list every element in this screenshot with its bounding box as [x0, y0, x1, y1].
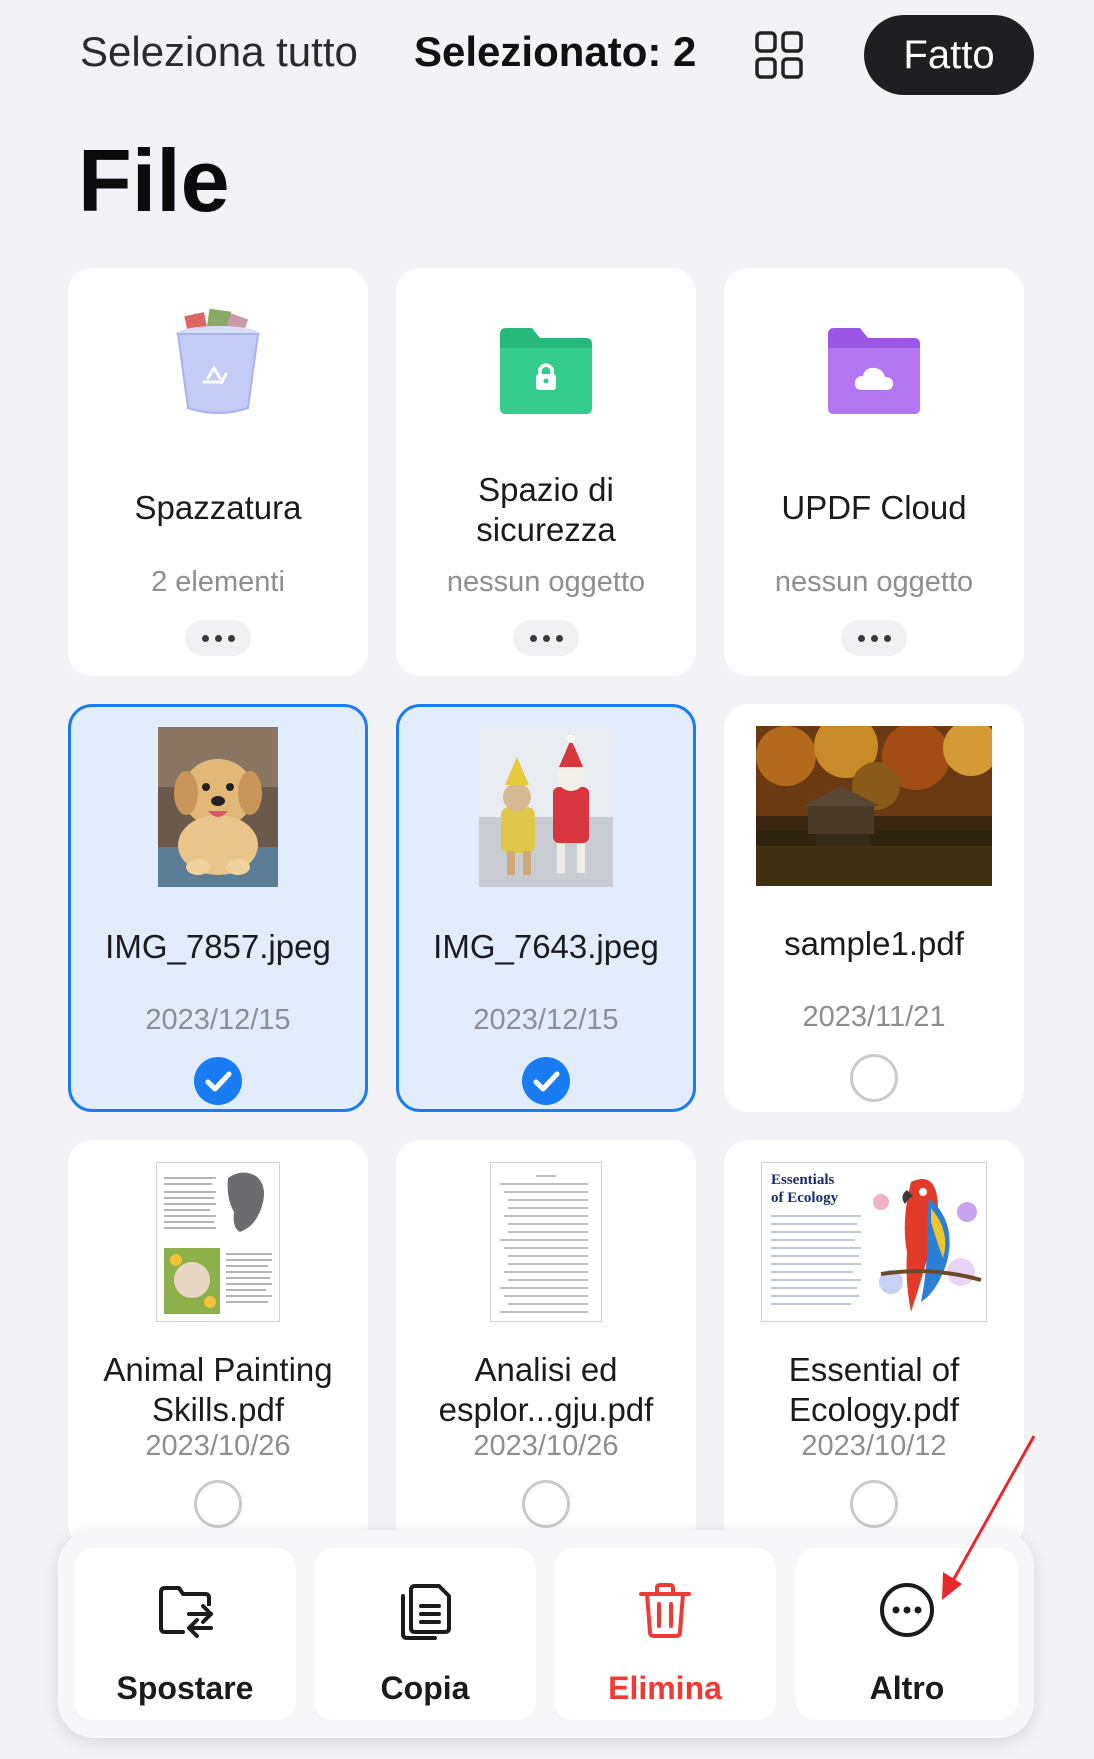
unselected-check-icon[interactable] [850, 1054, 898, 1102]
unselected-check-icon[interactable] [850, 1480, 898, 1528]
move-folder-icon [159, 1586, 213, 1638]
file-name: Essential of Ecology.pdf [788, 1351, 960, 1428]
file-date: 2023/10/12 [801, 1430, 947, 1462]
folder-item-count: 2 elementi [151, 566, 285, 598]
puppy-photo-thumbnail [158, 727, 278, 887]
selected-check-icon[interactable] [522, 1057, 570, 1105]
file-date: 2023/10/26 [473, 1430, 619, 1462]
file-card-animal-painting[interactable]: Animal Painting Skills.pdf 2023/10/26 [68, 1140, 368, 1548]
select-all-link[interactable]: Seleziona tutto [80, 28, 358, 76]
file-card-ecology[interactable]: Essentials of Ecology Essential of Ecolo… [724, 1140, 1024, 1548]
pdf-page-thumbnail [490, 1162, 602, 1322]
file-name: IMG_7857.jpeg [105, 928, 331, 965]
done-button[interactable]: Fatto [864, 15, 1034, 95]
file-date: 2023/11/21 [802, 1001, 946, 1033]
ecology-cover-thumbnail: Essentials of Ecology [761, 1162, 987, 1322]
file-card-sample1[interactable]: sample1.pdf 2023/11/21 [724, 704, 1024, 1112]
unselected-check-icon[interactable] [194, 1480, 242, 1528]
cloud-folder-icon [828, 328, 920, 414]
file-name: Animal Painting Skills.pdf [103, 1351, 333, 1428]
selected-check-icon[interactable] [194, 1057, 242, 1105]
file-name: sample1.pdf [784, 925, 964, 962]
file-name: Analisi ed esplor...gju.pdf [438, 1351, 654, 1428]
folder-item-count: nessun oggetto [446, 566, 646, 598]
more-options-button[interactable] [841, 620, 907, 656]
folder-name: Spazzatura [134, 489, 302, 526]
folder-name: Spazio di sicurezza [476, 471, 616, 548]
folder-card-cloud[interactable]: UPDF Cloud nessun oggetto [724, 268, 1024, 676]
trash-bin-icon [176, 308, 260, 414]
selection-header: Seleziona tutto Selezionato: 2 Fatto [0, 0, 1094, 110]
move-label: Spostare [116, 1670, 254, 1706]
file-date: 2023/12/15 [145, 1004, 291, 1036]
delete-button[interactable]: Elimina [554, 1548, 776, 1720]
more-options-button[interactable] [185, 620, 251, 656]
bottom-action-toolbar: Spostare Copia Elimina Altro [58, 1530, 1034, 1738]
file-card-img-7643[interactable]: IMG_7643.jpeg 2023/12/15 [396, 704, 696, 1112]
page-title: File [78, 131, 230, 230]
ecology-title-line-1: Essentials [771, 1172, 835, 1188]
folder-name: UPDF Cloud [781, 489, 967, 526]
trash-icon [639, 1583, 691, 1638]
more-options-button[interactable] [513, 620, 579, 656]
file-date: 2023/10/26 [145, 1430, 291, 1462]
pdf-page-thumbnail [156, 1162, 280, 1322]
autumn-lake-thumbnail [756, 726, 992, 886]
folder-card-trash[interactable]: Spazzatura 2 elementi [68, 268, 368, 676]
file-card-analisi[interactable]: Analisi ed esplor...gju.pdf 2023/10/26 [396, 1140, 696, 1548]
more-options-circle-icon [880, 1583, 934, 1637]
copy-label: Copia [380, 1670, 470, 1706]
delete-label: Elimina [608, 1670, 722, 1706]
folder-item-count: nessun oggetto [774, 566, 974, 598]
file-date: 2023/12/15 [473, 1004, 619, 1036]
unselected-check-icon[interactable] [522, 1480, 570, 1528]
file-card-img-7857[interactable]: IMG_7857.jpeg 2023/12/15 [68, 704, 368, 1112]
copy-button[interactable]: Copia [314, 1548, 536, 1720]
more-button[interactable]: Altro [796, 1548, 1018, 1720]
more-label: Altro [869, 1670, 945, 1706]
file-name: IMG_7643.jpeg [433, 928, 659, 965]
folder-card-secure[interactable]: Spazio di sicurezza nessun oggetto [396, 268, 696, 676]
move-button[interactable]: Spostare [74, 1548, 296, 1720]
ecology-title-line-2: of Ecology [771, 1190, 839, 1206]
selected-count-label: Selezionato: 2 [414, 28, 697, 75]
copy-document-icon [401, 1584, 451, 1640]
grid-view-icon[interactable] [754, 30, 804, 80]
lock-folder-icon [500, 328, 592, 414]
cats-photo-thumbnail [479, 727, 613, 887]
